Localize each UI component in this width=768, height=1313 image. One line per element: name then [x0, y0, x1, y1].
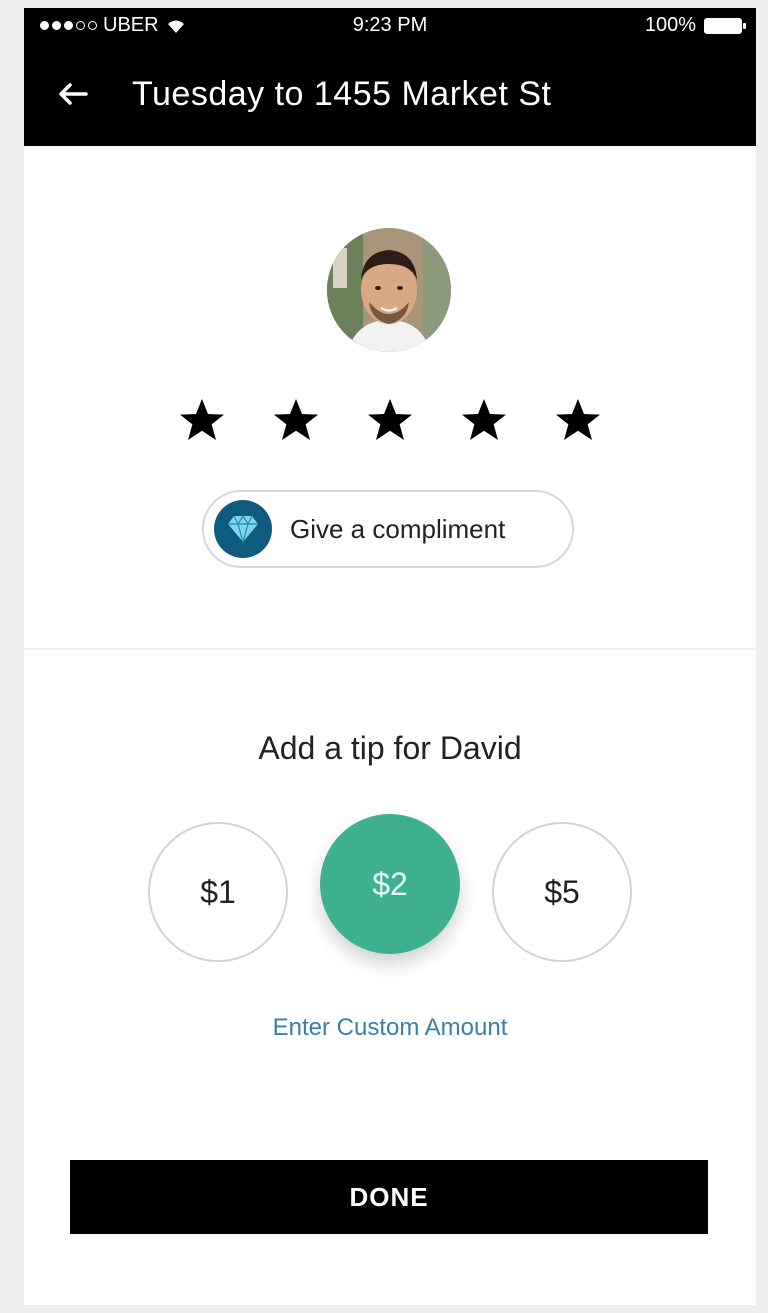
phone-screen: UBER 9:23 PM 100% Tuesday to 1455 Market…	[24, 8, 756, 1305]
battery-percent: 100%	[644, 14, 696, 36]
driver-photo	[327, 228, 451, 352]
star-icon[interactable]	[460, 396, 508, 444]
star-rating	[24, 396, 756, 444]
battery-icon	[704, 17, 746, 34]
arrow-left-icon	[59, 83, 88, 105]
star-icon[interactable]	[178, 396, 226, 444]
star-icon[interactable]	[272, 396, 320, 444]
give-compliment-button[interactable]: Give a compliment	[202, 490, 574, 568]
nav-bar: Tuesday to 1455 Market St	[24, 64, 756, 124]
star-icon[interactable]	[554, 396, 602, 444]
status-right: 100%	[644, 14, 746, 37]
tip-option-2[interactable]: $2	[320, 814, 460, 954]
tip-option-5[interactable]: $5	[492, 822, 632, 962]
status-bar: UBER 9:23 PM 100%	[24, 8, 756, 44]
tip-option-1[interactable]: $1	[148, 822, 288, 962]
done-button[interactable]: DONE	[70, 1160, 708, 1234]
compliment-label: Give a compliment	[290, 513, 506, 544]
section-divider	[24, 648, 756, 650]
star-icon[interactable]	[366, 396, 414, 444]
driver-avatar	[327, 228, 451, 352]
enter-custom-amount-link[interactable]: Enter Custom Amount	[24, 1014, 756, 1042]
tip-title: Add a tip for David	[258, 730, 522, 766]
diamond-icon	[214, 500, 272, 558]
back-button[interactable]	[56, 64, 116, 124]
page-title: Tuesday to 1455 Market St	[132, 74, 552, 113]
header: UBER 9:23 PM 100% Tuesday to 1455 Market…	[24, 8, 756, 146]
